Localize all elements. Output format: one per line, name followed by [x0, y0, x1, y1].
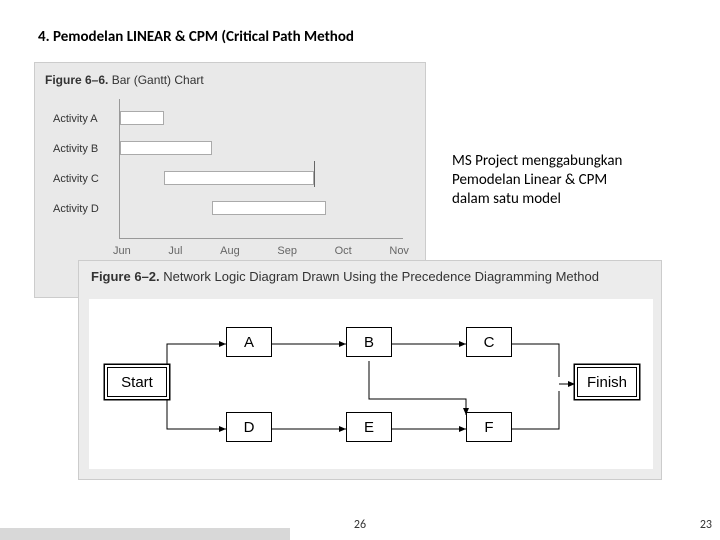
- node-a: A: [226, 327, 272, 357]
- gantt-label-b: Activity B: [53, 143, 98, 155]
- gantt-caption-rest: Bar (Gantt) Chart: [108, 73, 203, 87]
- gantt-plot-area: Activity A Activity B Activity C Activit…: [53, 99, 409, 281]
- gantt-caption: Figure 6–6. Bar (Gantt) Chart: [45, 73, 204, 87]
- month-jun: Jun: [113, 245, 131, 257]
- network-arrows: [89, 299, 653, 469]
- node-c: C: [466, 327, 512, 357]
- month-sep: Sep: [277, 245, 297, 257]
- month-nov: Nov: [389, 245, 409, 257]
- gantt-bar-d: [212, 201, 326, 215]
- side-paragraph: MS Project menggabungkan Pemodelan Linea…: [452, 152, 622, 208]
- gantt-label-d: Activity D: [53, 203, 99, 215]
- side-line-1: MS Project menggabungkan: [452, 152, 622, 171]
- node-f: F: [466, 412, 512, 442]
- side-line-2: Pemodelan Linear & CPM: [452, 171, 622, 190]
- gantt-axes: [119, 99, 403, 239]
- gantt-x-labels: Jun Jul Aug Sep Oct Nov: [113, 245, 409, 257]
- month-aug: Aug: [220, 245, 240, 257]
- side-line-3: dalam satu model: [452, 190, 622, 209]
- node-finish: Finish: [577, 367, 637, 397]
- month-jul: Jul: [168, 245, 182, 257]
- node-e: E: [346, 412, 392, 442]
- page-number-right: 23: [700, 518, 712, 532]
- network-caption-bold: Figure 6–2.: [91, 269, 160, 284]
- node-b: B: [346, 327, 392, 357]
- network-caption: Figure 6–2. Network Logic Diagram Drawn …: [91, 269, 599, 284]
- gantt-bar-b: [120, 141, 212, 155]
- slide-accent-decoration: [0, 514, 290, 540]
- gantt-bar-c: [164, 171, 314, 185]
- gantt-label-a: Activity A: [53, 113, 98, 125]
- node-start: Start: [107, 367, 167, 397]
- gantt-label-c: Activity C: [53, 173, 99, 185]
- network-diagram-figure: Figure 6–2. Network Logic Diagram Drawn …: [78, 260, 662, 480]
- gantt-bar-a: [120, 111, 164, 125]
- network-caption-rest: Network Logic Diagram Drawn Using the Pr…: [160, 269, 599, 284]
- month-oct: Oct: [335, 245, 352, 257]
- gantt-caption-bold: Figure 6–6.: [45, 73, 108, 87]
- gantt-data-date-line: [314, 161, 315, 187]
- slide-heading: 4. Pemodelan LINEAR & CPM (Critical Path…: [38, 28, 354, 46]
- page-number-center: 26: [354, 518, 366, 532]
- network-stage: Start A B C D E F Finish: [89, 299, 653, 469]
- node-d: D: [226, 412, 272, 442]
